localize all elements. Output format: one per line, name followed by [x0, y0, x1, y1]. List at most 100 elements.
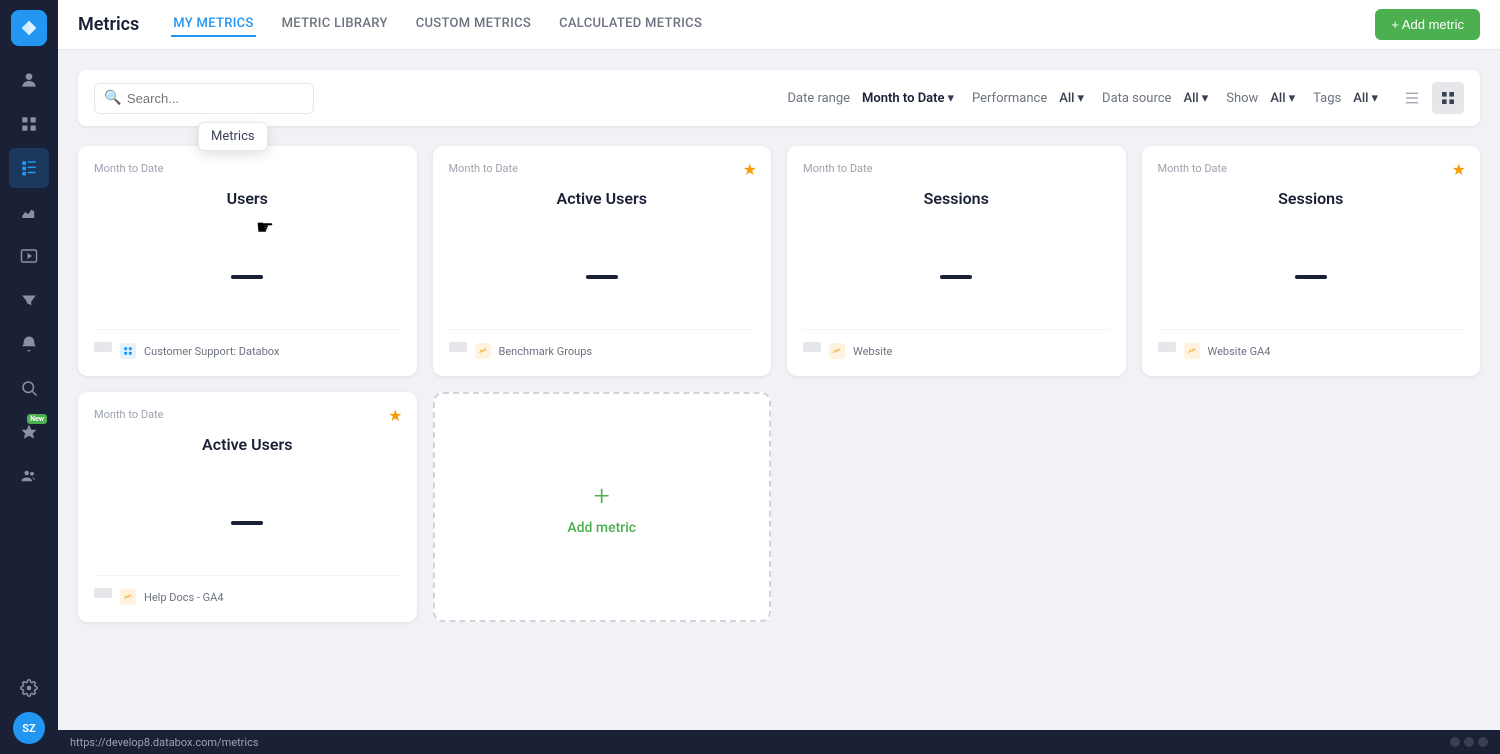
content-area: Metrics ☛ 🔍 Date range Month to Date ▾ P… [58, 50, 1500, 730]
sidebar-item-person[interactable] [9, 60, 49, 100]
show-value: All [1270, 91, 1285, 106]
add-metric-plus-icon: + [594, 479, 610, 512]
sidebar-item-search[interactable] [9, 368, 49, 408]
card-source-name: Customer Support: Databox [144, 345, 279, 358]
card-title: Sessions [803, 189, 1110, 208]
card-date-range: Month to Date [94, 162, 401, 175]
tab-calculated-metrics[interactable]: CALCULATED METRICS [557, 12, 704, 37]
card-footer: Website [803, 329, 1110, 360]
date-range-dropdown[interactable]: Month to Date ▾ [856, 87, 960, 110]
show-chevron: ▾ [1289, 91, 1296, 106]
page-title: Metrics [78, 14, 139, 35]
card-source-badge [829, 343, 845, 359]
sidebar: New SZ [0, 0, 58, 754]
sidebar-item-settings[interactable] [9, 668, 49, 708]
data-source-value: All [1183, 91, 1198, 106]
metrics-tooltip: Metrics [198, 122, 268, 151]
card-source-name: Website GA4 [1208, 345, 1271, 358]
sidebar-item-alerts[interactable] [9, 324, 49, 364]
card-star[interactable]: ★ [1452, 160, 1466, 179]
performance-filter: Performance All ▾ [972, 87, 1090, 110]
card-title: Active Users [94, 435, 401, 454]
card-value-dash [940, 275, 972, 279]
sidebar-item-team[interactable] [9, 456, 49, 496]
sidebar-item-analytics[interactable] [9, 192, 49, 232]
card-footer: Help Docs - GA4 [94, 575, 401, 606]
card-title: Sessions [1158, 189, 1465, 208]
date-range-value: Month to Date [862, 91, 944, 106]
data-source-label: Data source [1102, 91, 1171, 106]
card-date-range: Month to Date [1158, 162, 1465, 175]
sidebar-item-media[interactable] [9, 236, 49, 276]
card-footer: Customer Support: Databox [94, 329, 401, 360]
main-content: Metrics MY METRICS METRIC LIBRARY CUSTOM… [58, 0, 1500, 754]
user-avatar[interactable]: SZ [13, 712, 45, 744]
card-source-name: Help Docs - GA4 [144, 591, 224, 604]
card-title: Users [94, 189, 401, 208]
card-date-range: Month to Date [94, 408, 401, 421]
tab-metric-library[interactable]: METRIC LIBRARY [280, 12, 390, 37]
performance-label: Performance [972, 91, 1047, 106]
tags-value: All [1353, 91, 1368, 106]
card-source-badge [120, 343, 136, 359]
card-source-name: Benchmark Groups [499, 345, 593, 358]
sidebar-item-new[interactable]: New [9, 412, 49, 452]
show-dropdown[interactable]: All ▾ [1264, 87, 1301, 110]
tags-dropdown[interactable]: All ▾ [1347, 87, 1384, 110]
tags-chevron: ▾ [1371, 91, 1378, 106]
show-filter: Show All ▾ [1226, 87, 1301, 110]
card-value-area [94, 474, 401, 571]
status-dot-3 [1478, 737, 1488, 747]
metrics-cards-grid: Month to Date Users Customer Support: Da… [78, 146, 1480, 622]
sidebar-item-dashboard[interactable] [9, 104, 49, 144]
card-data-source-icon [94, 588, 112, 598]
card-value-area [449, 228, 756, 325]
status-bar: https://develop8.databox.com/metrics [58, 730, 1500, 754]
metric-card-active-users[interactable]: Month to Date ★ Active Users Benchmark G… [433, 146, 772, 376]
view-toggle [1396, 82, 1464, 114]
card-footer: Website GA4 [1158, 329, 1465, 360]
sidebar-item-metrics[interactable] [9, 148, 49, 188]
tags-filter: Tags All ▾ [1313, 87, 1384, 110]
card-data-source-icon [1158, 342, 1176, 352]
search-input[interactable] [94, 83, 314, 114]
date-range-label: Date range [787, 91, 850, 106]
top-nav: Metrics MY METRICS METRIC LIBRARY CUSTOM… [58, 0, 1500, 50]
tab-custom-metrics[interactable]: CUSTOM METRICS [414, 12, 533, 37]
data-source-chevron: ▾ [1202, 91, 1209, 106]
metric-card-sessions-ga4[interactable]: Month to Date ★ Sessions Website GA4 [1142, 146, 1481, 376]
performance-value: All [1059, 91, 1074, 106]
metric-card-sessions[interactable]: Month to Date Sessions Website [787, 146, 1126, 376]
show-label: Show [1226, 91, 1258, 106]
card-title: Active Users [449, 189, 756, 208]
card-footer: Benchmark Groups [449, 329, 756, 360]
card-data-source-icon [449, 342, 467, 352]
performance-dropdown[interactable]: All ▾ [1053, 87, 1090, 110]
filters-bar: 🔍 Date range Month to Date ▾ Performance… [78, 70, 1480, 126]
list-view-button[interactable] [1396, 82, 1428, 114]
status-dot-2 [1464, 737, 1474, 747]
sidebar-item-funnels[interactable] [9, 280, 49, 320]
data-source-dropdown[interactable]: All ▾ [1177, 87, 1214, 110]
tab-my-metrics[interactable]: MY METRICS [171, 12, 255, 37]
grid-view-button[interactable] [1432, 82, 1464, 114]
status-url: https://develop8.databox.com/metrics [70, 736, 1450, 749]
card-star[interactable]: ★ [388, 406, 402, 425]
app-logo[interactable] [11, 10, 47, 46]
date-range-filter: Date range Month to Date ▾ [787, 87, 960, 110]
add-metric-button[interactable]: + Add metric [1375, 9, 1480, 40]
performance-chevron: ▾ [1078, 91, 1085, 106]
card-date-range: Month to Date [803, 162, 1110, 175]
card-value-area [94, 228, 401, 325]
card-source-badge [120, 589, 136, 605]
card-source-badge [475, 343, 491, 359]
card-value-dash [1295, 275, 1327, 279]
card-value-dash [231, 275, 263, 279]
add-metric-card[interactable]: + Add metric [433, 392, 772, 622]
card-star[interactable]: ★ [743, 160, 757, 179]
card-value-area [803, 228, 1110, 325]
metric-card-active-users-2[interactable]: Month to Date ★ Active Users Help Docs -… [78, 392, 417, 622]
card-data-source-icon [803, 342, 821, 352]
card-value-area [1158, 228, 1465, 325]
metric-card-users[interactable]: Month to Date Users Customer Support: Da… [78, 146, 417, 376]
